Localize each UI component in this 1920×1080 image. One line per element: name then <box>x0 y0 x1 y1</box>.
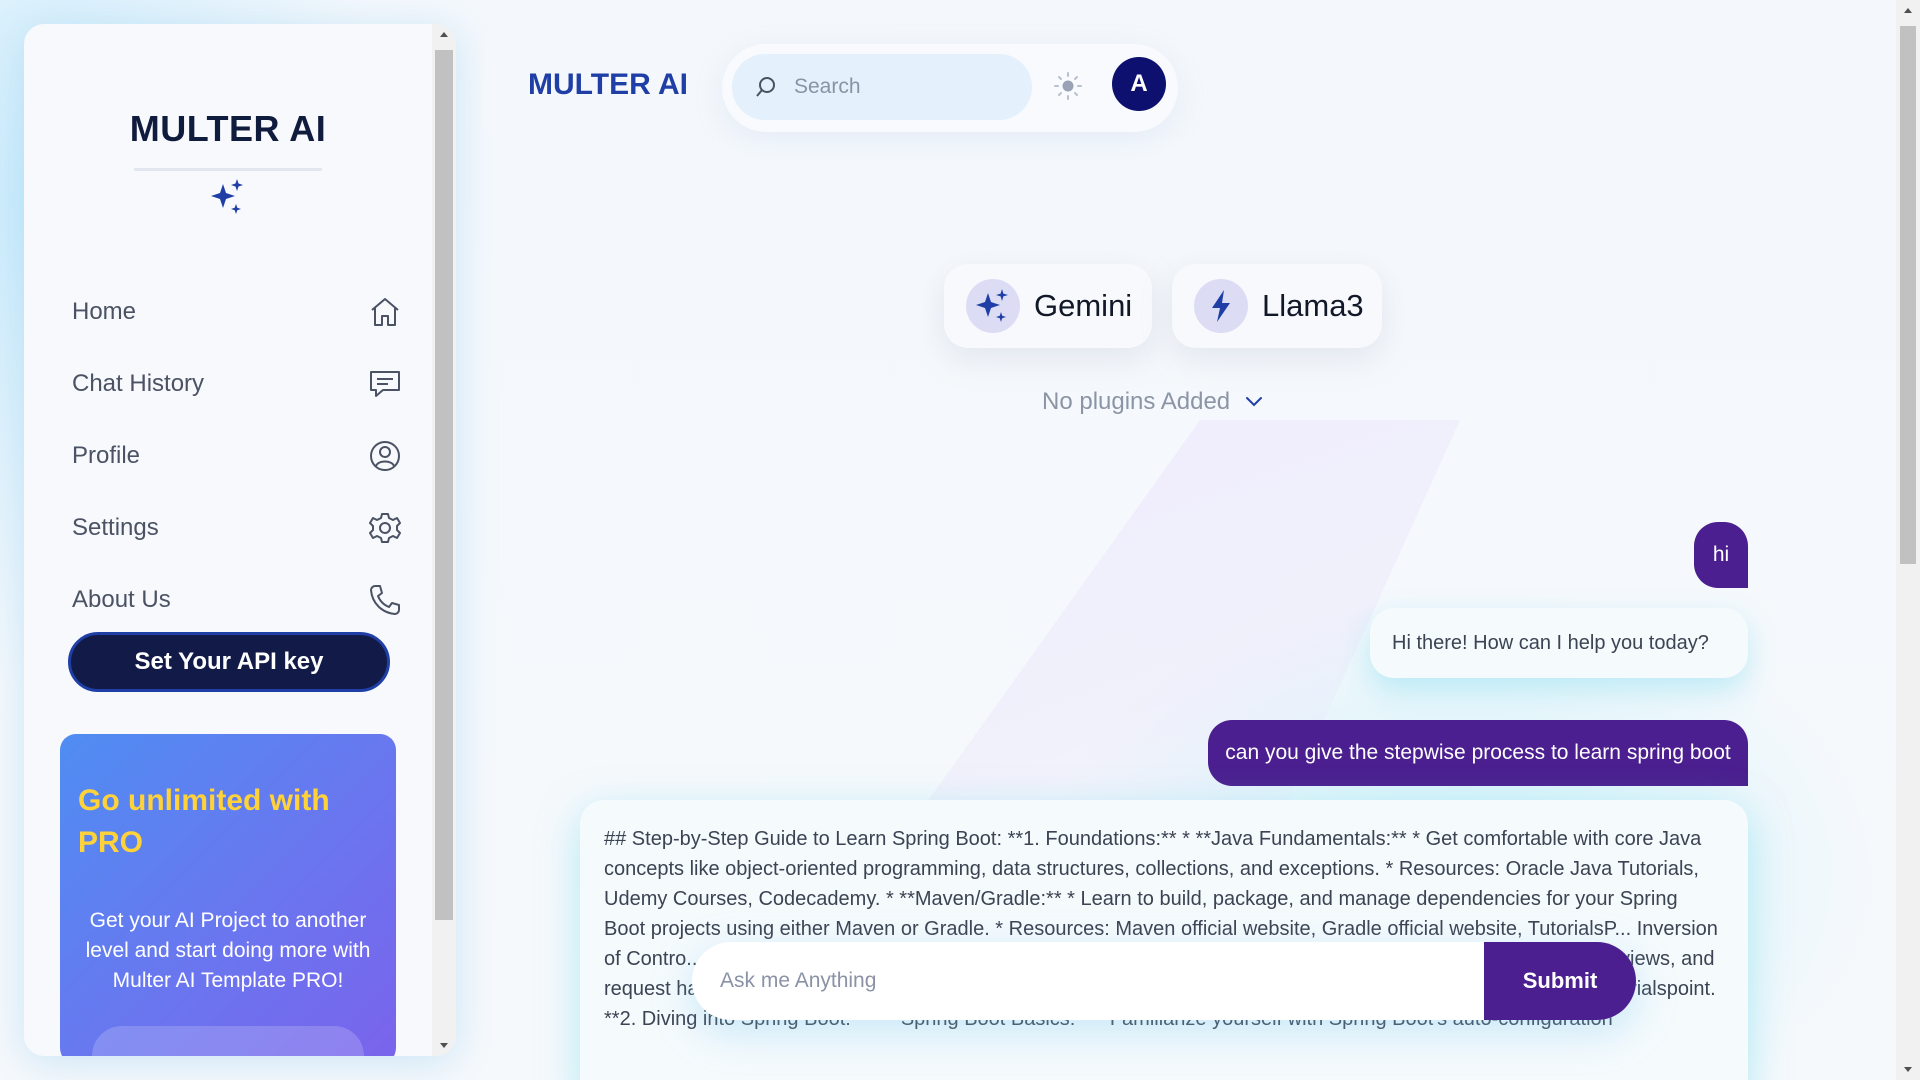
scroll-up-arrow-icon[interactable] <box>1904 8 1912 13</box>
search-box[interactable] <box>732 54 1032 120</box>
chat-icon <box>368 367 402 401</box>
assistant-message: ## Step-by-Step Guide to Learn Spring Bo… <box>580 800 1748 1080</box>
home-icon <box>368 295 402 329</box>
sidebar-content: MULTER AI Home Chat History Profile Sett… <box>24 24 432 1056</box>
plugins-label: No plugins Added <box>1042 388 1231 415</box>
pro-upgrade-button[interactable] <box>92 1026 364 1056</box>
model-label: Gemini <box>1034 288 1133 323</box>
header-brand: MULTER AI <box>528 68 688 101</box>
submit-button[interactable]: Submit <box>1484 942 1636 1020</box>
sidebar: MULTER AI Home Chat History Profile Sett… <box>24 24 456 1056</box>
sparkle-icon <box>207 176 249 218</box>
search-icon <box>754 75 778 99</box>
scroll-up-arrow-icon[interactable] <box>440 32 448 37</box>
phone-icon <box>368 583 402 617</box>
scroll-down-arrow-icon[interactable] <box>1904 1067 1912 1072</box>
page-scrollbar[interactable] <box>1896 0 1920 1080</box>
plugins-dropdown[interactable]: No plugins Added <box>1042 388 1266 416</box>
sidebar-item-label: About Us <box>72 586 171 613</box>
sparkle-icon <box>966 279 1020 333</box>
sidebar-item-settings[interactable]: Settings <box>72 492 402 564</box>
pro-upgrade-card: Go unlimited with PRO Get your AI Projec… <box>60 734 396 1056</box>
scrollbar-thumb[interactable] <box>1900 26 1916 564</box>
chevron-down-icon <box>1242 390 1266 414</box>
lightning-icon <box>1194 279 1248 333</box>
pro-description: Get your AI Project to another level and… <box>85 909 371 992</box>
chat-input[interactable] <box>720 969 1500 993</box>
sidebar-item-label: Chat History <box>72 370 205 397</box>
model-gemini-button[interactable]: Gemini <box>944 264 1152 348</box>
set-api-key-button[interactable]: Set Your API key <box>68 632 390 692</box>
assistant-message: Hi there! How can I help you today? <box>1370 608 1748 678</box>
sidebar-nav: Home Chat History Profile Settings About… <box>72 276 402 636</box>
sidebar-item-home[interactable]: Home <box>72 276 402 348</box>
sun-icon[interactable] <box>1052 70 1084 102</box>
sidebar-scrollbar[interactable] <box>432 24 456 1056</box>
avatar[interactable]: A <box>1112 57 1166 111</box>
user-message: hi <box>1694 522 1748 588</box>
sidebar-item-chat-history[interactable]: Chat History <box>72 348 402 420</box>
model-llama3-button[interactable]: Llama3 <box>1172 264 1382 348</box>
sidebar-item-label: Settings <box>72 514 159 541</box>
scroll-down-arrow-icon[interactable] <box>440 1043 448 1048</box>
brand-divider <box>134 168 322 171</box>
sidebar-item-label: Home <box>72 298 137 325</box>
pro-title: Go unlimited with PRO <box>78 784 330 859</box>
header-bar <box>484 24 1894 140</box>
model-label: Llama3 <box>1262 288 1364 323</box>
sidebar-brand: MULTER AI <box>129 108 327 149</box>
search-input[interactable] <box>794 75 1014 99</box>
sidebar-item-profile[interactable]: Profile <box>72 420 402 492</box>
sidebar-item-label: Profile <box>72 442 141 469</box>
user-circle-icon <box>368 439 402 473</box>
scrollbar-thumb[interactable] <box>435 50 453 920</box>
gear-icon <box>368 511 402 545</box>
user-message: can you give the stepwise process to lea… <box>1208 720 1748 786</box>
sidebar-item-about-us[interactable]: About Us <box>72 564 402 636</box>
